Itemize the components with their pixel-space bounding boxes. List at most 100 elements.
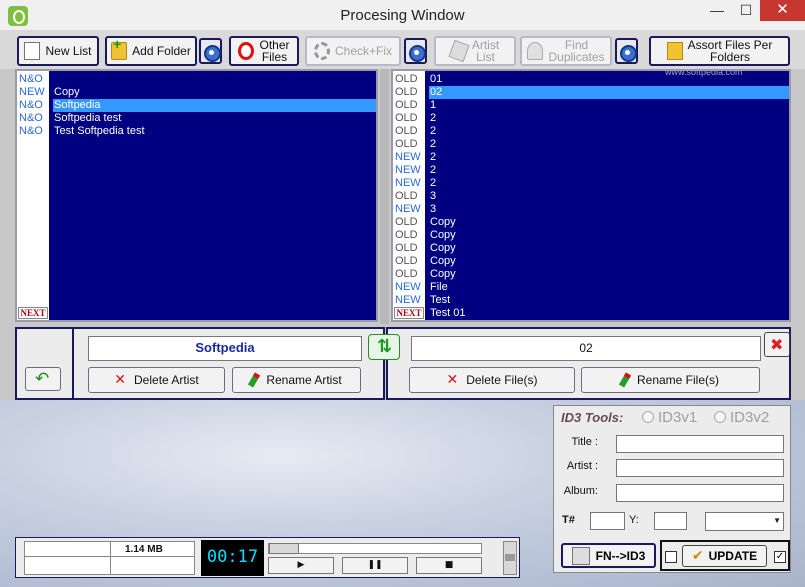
undo-button[interactable] <box>25 367 61 391</box>
list-item[interactable]: OLD Copy <box>393 255 789 268</box>
file-name-field[interactable]: 02 <box>411 336 761 361</box>
list-item[interactable]: NEW 3 <box>393 203 789 216</box>
check-fix-button[interactable]: Check+Fix <box>305 36 401 66</box>
list-item[interactable]: OLD Copy <box>393 268 789 281</box>
list-item[interactable]: N&O Softpedia test <box>17 112 376 125</box>
volume-slider[interactable] <box>503 541 517 575</box>
list-item[interactable]: NEW File <box>393 281 789 294</box>
status-tag: OLD <box>395 125 418 137</box>
list-item[interactable]: N&O <box>17 73 376 86</box>
id3-title: ID3 Tools: <box>561 410 624 425</box>
find-duplicates-button[interactable]: Find Duplicates <box>520 36 612 66</box>
file-controls: 02 ✕ Delete File(s) Rename File(s) <box>386 327 791 400</box>
status-tag: OLD <box>395 99 418 111</box>
title-input[interactable] <box>616 435 784 453</box>
find-duplicates-settings-icon[interactable] <box>615 38 638 64</box>
add-folder-icon <box>111 38 128 60</box>
list-item[interactable]: OLD 2 <box>393 138 789 151</box>
flashlight-icon <box>527 42 544 60</box>
pencil-icon <box>618 372 632 388</box>
delete-icon: ✕ <box>114 372 127 388</box>
list-item[interactable]: NEW 2 <box>393 164 789 177</box>
track-input[interactable] <box>590 512 625 530</box>
add-folder-settings-icon[interactable] <box>199 38 222 64</box>
folder-icon <box>666 42 683 60</box>
list-item[interactable]: OLD Copy <box>393 229 789 242</box>
update-left-checkbox[interactable] <box>665 551 677 563</box>
status-tag: NEW <box>19 86 45 98</box>
add-folder-label: Add Folder <box>132 44 191 58</box>
item-name: 2 <box>430 151 437 163</box>
pause-button[interactable]: ❚❚ <box>342 557 408 574</box>
rename-files-button[interactable]: Rename File(s) <box>581 367 760 393</box>
status-tag: OLD <box>395 216 418 228</box>
next-button[interactable]: NEXT <box>18 307 48 319</box>
year-label: Y: <box>629 514 639 526</box>
splitter[interactable] <box>380 69 389 324</box>
file-list[interactable]: OLD 01 OLD 02 OLD 1 OLD 2 OLD 2 OLD 2 NEW 2 NEW 2 NEW 2 OL… <box>391 69 791 322</box>
list-item[interactable]: NEW 2 <box>393 177 789 190</box>
year-input[interactable] <box>654 512 687 530</box>
seek-knob[interactable] <box>269 543 299 554</box>
play-button[interactable]: ▶ <box>268 557 334 574</box>
new-list-button[interactable]: New List <box>17 36 99 66</box>
close-button[interactable]: ✕ <box>760 0 805 21</box>
item-name: Copy <box>430 216 456 228</box>
update-label: UPDATE <box>708 549 758 563</box>
time-display: 00:17 <box>201 540 264 576</box>
list-item[interactable]: OLD 3 <box>393 190 789 203</box>
id3v2-radio[interactable]: ID3v2 <box>714 409 769 426</box>
pencil-icon <box>248 372 261 388</box>
list-item[interactable]: OLD 2 <box>393 112 789 125</box>
assort-files-button[interactable]: Assort Files Per Folders <box>649 36 790 66</box>
title-bar: Procesing Window — ☐ ✕ <box>0 0 805 31</box>
status-box: 1.14 MB <box>24 541 195 575</box>
genre-select[interactable] <box>705 512 784 531</box>
minimize-button[interactable]: — <box>702 0 732 21</box>
artist-list-button[interactable]: Artist List <box>434 36 516 66</box>
list-item[interactable]: N&O Softpedia <box>17 99 376 112</box>
list-item[interactable]: OLD 1 <box>393 99 789 112</box>
list-item[interactable]: NEW Test <box>393 294 789 307</box>
list-item[interactable]: OLD 02 <box>393 86 789 99</box>
find-duplicates-label: Find Duplicates <box>548 38 605 64</box>
next-button[interactable]: NEXT <box>394 307 424 319</box>
add-folder-button[interactable]: Add Folder <box>105 36 197 66</box>
update-frame: ✔ UPDATE ✓ <box>660 540 790 571</box>
artist-input[interactable] <box>616 459 784 477</box>
rename-artist-button[interactable]: Rename Artist <box>232 367 361 393</box>
swap-icon[interactable] <box>368 334 400 360</box>
update-right-checkbox[interactable]: ✓ <box>774 551 786 563</box>
rename-files-label: Rename File(s) <box>636 373 720 387</box>
list-item[interactable]: OLD Copy <box>393 242 789 255</box>
id3-tools-panel: ID3 Tools: ID3v1 ID3v2 Title : Artist : … <box>553 405 791 573</box>
check-fix-settings-icon[interactable] <box>404 38 427 64</box>
player-panel: 1.14 MB 00:17 ▶ ❚❚ ■ <box>15 537 520 578</box>
item-name: Softpedia test <box>54 112 122 124</box>
list-item[interactable]: N&O Test Softpedia test <box>17 125 376 138</box>
status-tag: NEW <box>395 164 421 176</box>
delete-artist-button[interactable]: ✕ Delete Artist <box>88 367 225 393</box>
list-item[interactable]: Test 01 <box>393 307 789 320</box>
seek-bar[interactable] <box>268 543 482 554</box>
radio-icon <box>642 411 654 423</box>
delete-files-button[interactable]: ✕ Delete File(s) <box>409 367 575 393</box>
artist-name-field[interactable]: Softpedia <box>88 336 362 361</box>
fn-to-id3-button[interactable]: FN-->ID3 <box>561 543 656 568</box>
list-item[interactable]: OLD Copy <box>393 216 789 229</box>
list-item[interactable]: NEW Copy <box>17 86 376 99</box>
list-item[interactable]: NEW 2 <box>393 151 789 164</box>
update-button[interactable]: ✔ UPDATE <box>682 545 767 567</box>
album-input[interactable] <box>616 484 784 502</box>
delete-files-label: Delete File(s) <box>466 373 538 387</box>
maximize-button[interactable]: ☐ <box>732 0 760 21</box>
file-size: 1.14 MB <box>125 544 163 555</box>
delete-icon: ✕ <box>446 372 459 388</box>
list-item[interactable]: OLD 2 <box>393 125 789 138</box>
other-files-button[interactable]: Other Files <box>229 36 299 66</box>
close-red-icon[interactable] <box>764 332 790 357</box>
artist-list[interactable]: N&O NEW Copy N&O Softpedia N&O Softpedia test N… <box>15 69 378 322</box>
item-name: Copy <box>430 255 456 267</box>
id3v1-radio[interactable]: ID3v1 <box>642 409 697 426</box>
stop-button[interactable]: ■ <box>416 557 482 574</box>
